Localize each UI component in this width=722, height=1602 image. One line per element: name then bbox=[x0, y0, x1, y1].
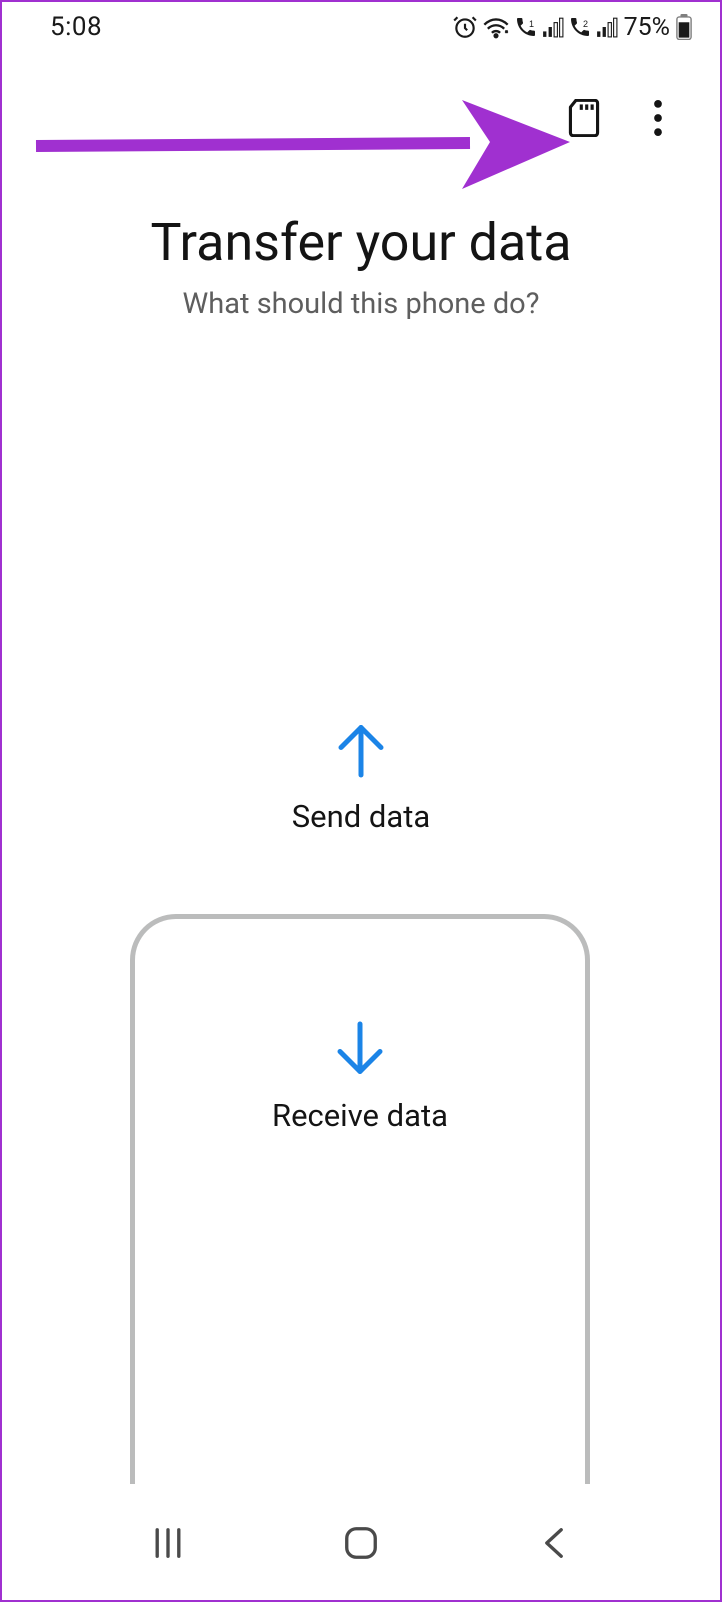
svg-text:1: 1 bbox=[529, 19, 534, 29]
home-button[interactable] bbox=[337, 1519, 385, 1567]
back-button[interactable] bbox=[530, 1519, 578, 1567]
send-label: Send data bbox=[2, 798, 720, 835]
receive-label: Receive data bbox=[135, 1097, 585, 1134]
receive-data-option[interactable]: Receive data bbox=[135, 1019, 585, 1134]
send-data-option[interactable]: Send data bbox=[2, 720, 720, 835]
battery-icon bbox=[676, 14, 692, 40]
arrow-down-icon bbox=[330, 1064, 390, 1083]
page-title: Transfer your data bbox=[2, 212, 720, 273]
arrow-up-icon bbox=[331, 765, 391, 784]
recent-apps-button[interactable] bbox=[144, 1519, 192, 1567]
call1-icon: 1 bbox=[514, 15, 538, 39]
status-time: 5:08 bbox=[50, 12, 102, 42]
signal1-icon bbox=[542, 16, 564, 38]
battery-percent: 75% bbox=[624, 13, 670, 42]
page-subtitle: What should this phone do? bbox=[2, 287, 720, 321]
navigation-bar bbox=[2, 1504, 720, 1600]
status-bar: 5:08 1 bbox=[2, 2, 720, 50]
status-indicators: 1 2 75% bbox=[452, 13, 692, 42]
more-options-button[interactable] bbox=[640, 100, 676, 136]
signal2-icon bbox=[596, 16, 618, 38]
device-frame: Receive data bbox=[130, 914, 590, 1484]
header: Transfer your data What should this phon… bbox=[2, 212, 720, 321]
wifi-icon bbox=[482, 15, 510, 39]
annotation-arrow bbox=[32, 94, 572, 208]
alarm-icon bbox=[452, 14, 478, 40]
call2-icon: 2 bbox=[568, 15, 592, 39]
svg-text:2: 2 bbox=[583, 19, 588, 29]
